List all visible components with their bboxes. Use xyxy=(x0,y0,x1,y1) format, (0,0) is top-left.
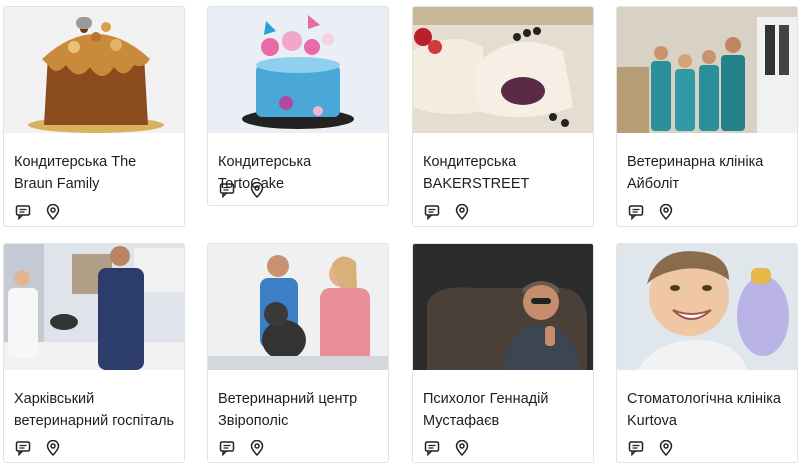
business-photo[interactable] xyxy=(413,7,593,133)
business-card[interactable]: Психолог Геннадій Мустафаєв xyxy=(412,243,594,463)
business-card[interactable]: Стоматологічна клініка Kurtova xyxy=(616,243,798,463)
catalog-grid: Кондитерська The Braun Family Кондитерсь… xyxy=(0,0,800,463)
card-actions xyxy=(15,204,61,220)
card-actions xyxy=(424,204,470,220)
business-photo[interactable] xyxy=(208,244,388,370)
comment-icon[interactable] xyxy=(15,204,31,220)
business-photo[interactable] xyxy=(617,244,797,370)
location-pin-icon[interactable] xyxy=(249,182,265,198)
business-photo[interactable] xyxy=(4,7,184,133)
comment-icon[interactable] xyxy=(219,182,235,198)
business-card[interactable]: Ветеринарний центр Звірополіс xyxy=(207,243,389,463)
business-title[interactable]: Стоматологічна клініка Kurtova xyxy=(627,388,789,432)
comment-icon[interactable] xyxy=(628,204,644,220)
business-card[interactable]: Ветеринарна клініка Айболіт xyxy=(616,6,798,227)
business-title[interactable]: Ветеринарний центр Звірополіс xyxy=(218,388,380,432)
business-photo[interactable] xyxy=(413,244,593,370)
business-title[interactable]: Психолог Геннадій Мустафаєв xyxy=(423,388,585,432)
location-pin-icon[interactable] xyxy=(45,204,61,220)
business-photo[interactable] xyxy=(617,7,797,133)
business-title[interactable]: Кондитерська The Braun Family xyxy=(14,151,176,195)
business-title[interactable]: Кондитерська BAKERSTREET xyxy=(423,151,585,195)
business-card[interactable]: Кондитерська The Braun Family xyxy=(3,6,185,227)
business-card[interactable]: Кондитерська TortoCake xyxy=(207,6,389,206)
location-pin-icon[interactable] xyxy=(658,204,674,220)
business-title[interactable]: Харківський ветеринарний госпіталь xyxy=(14,388,176,432)
card-actions xyxy=(219,182,265,198)
business-card[interactable]: Харківський ветеринарний госпіталь xyxy=(3,243,185,463)
business-photo[interactable] xyxy=(4,244,184,370)
business-photo[interactable] xyxy=(208,7,388,133)
location-pin-icon[interactable] xyxy=(454,204,470,220)
business-title[interactable]: Ветеринарна клініка Айболіт xyxy=(627,151,789,195)
comment-icon[interactable] xyxy=(424,204,440,220)
card-actions xyxy=(628,204,674,220)
business-card[interactable]: Кондитерська BAKERSTREET xyxy=(412,6,594,227)
